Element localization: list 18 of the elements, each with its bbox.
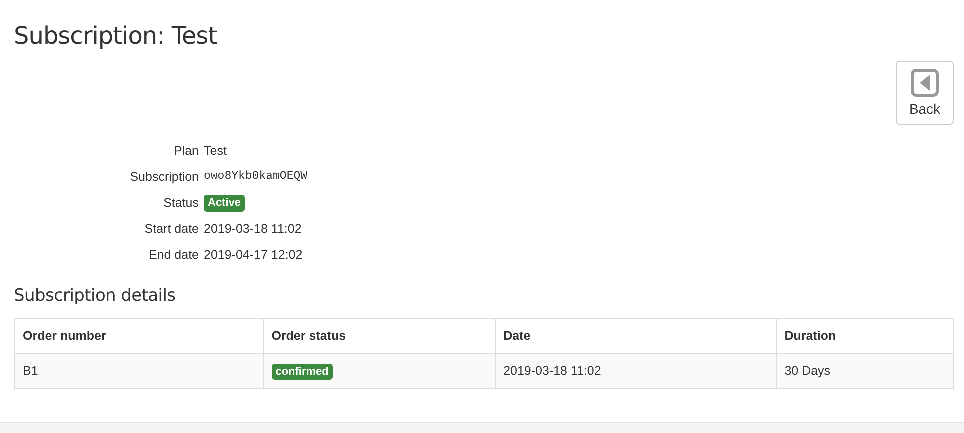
table-cell: 30 Days xyxy=(776,354,954,388)
table-cell: B1 xyxy=(14,354,264,388)
detail-value: 2019-04-17 12:02 xyxy=(204,247,303,264)
status-badge: confirmed xyxy=(272,364,333,380)
detail-label: Plan xyxy=(172,143,199,160)
detail-label: Status xyxy=(162,195,199,212)
back-icon xyxy=(911,69,939,97)
table-cell: 2019-03-18 11:02 xyxy=(495,354,776,388)
page-title: Subscription: Test xyxy=(14,21,218,52)
back-button[interactable]: Back xyxy=(896,61,954,125)
detail-label: Subscription xyxy=(129,169,199,186)
detail-value: 2019-03-18 11:02 xyxy=(204,221,302,238)
status-badge: Active xyxy=(204,194,246,212)
section-title: Subscription details xyxy=(14,285,177,308)
detail-value: Test xyxy=(204,143,227,160)
detail-label: Start date xyxy=(144,221,199,238)
detail-label: End date xyxy=(148,247,199,264)
subscription-id: owo8Ykb0kamOEQW xyxy=(204,169,308,185)
